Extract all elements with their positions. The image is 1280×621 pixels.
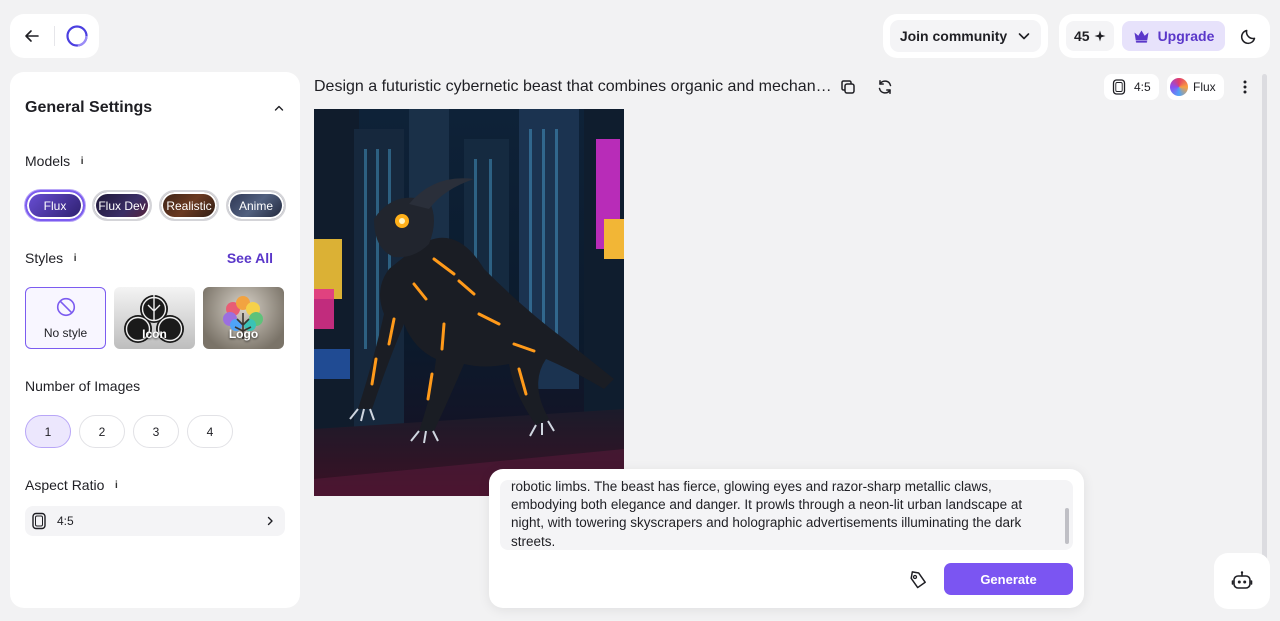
models-list: Flux Flux Dev Realistic Anime (25, 190, 286, 221)
settings-header[interactable]: General Settings (25, 72, 285, 144)
portrait-frame-icon (32, 512, 46, 530)
ratio-chip: 4:5 (1104, 74, 1159, 100)
num-images-option[interactable]: 3 (133, 415, 179, 448)
credits-badge[interactable]: 45 (1066, 21, 1114, 51)
crown-icon (1134, 30, 1149, 43)
style-label: Logo (228, 327, 259, 341)
prompt-text: robotic limbs. The beast has fierce, glo… (511, 480, 1023, 549)
aspect-label: Aspect Ratio (25, 477, 105, 493)
community-card: Join community (883, 14, 1048, 58)
aspect-section-label: Aspect Ratio i (25, 477, 122, 493)
app-logo[interactable] (55, 14, 99, 58)
num-images-option[interactable]: 4 (187, 415, 233, 448)
prompt-panel: robotic limbs. The beast has fierce, glo… (489, 469, 1084, 608)
more-options-button[interactable] (1234, 76, 1256, 98)
theme-toggle[interactable] (1233, 21, 1263, 51)
model-anime[interactable]: Anime (226, 190, 286, 221)
cyber-beast-image (314, 109, 624, 496)
models-label: Models (25, 153, 71, 169)
style-logo[interactable]: Logo (203, 287, 284, 349)
prompt-scrollbar[interactable] (1065, 508, 1069, 544)
styles-label: Styles (25, 250, 64, 266)
nav-card (10, 14, 99, 58)
model-flux[interactable]: Flux (25, 190, 85, 221)
robot-icon (1231, 571, 1253, 589)
chevron-down-icon (1018, 33, 1030, 40)
aspect-ratio-select[interactable]: 4:5 (25, 506, 285, 536)
num-images-option[interactable]: 2 (79, 415, 125, 448)
styles-list: No style Icon Logo (25, 287, 284, 349)
num-images-option[interactable]: 1 (25, 415, 71, 448)
regenerate-button[interactable] (874, 76, 896, 98)
credits-count: 45 (1074, 28, 1090, 44)
generate-button[interactable]: Generate (944, 563, 1073, 595)
page-scrollbar[interactable] (1262, 74, 1267, 564)
generated-image[interactable] (314, 109, 624, 496)
tag-button[interactable] (906, 568, 930, 592)
style-icon[interactable]: Icon (114, 287, 195, 349)
info-icon[interactable]: i (69, 253, 81, 264)
style-label: Icon (142, 327, 167, 341)
model-chip: Flux (1167, 74, 1224, 100)
join-community-label: Join community (899, 28, 1008, 44)
style-label: No style (43, 325, 88, 340)
tag-icon (910, 571, 926, 589)
models-section-label: Models i (25, 153, 88, 169)
model-chip-label: Flux (1193, 80, 1216, 94)
ring-logo-icon (66, 25, 88, 47)
model-realistic[interactable]: Realistic (159, 190, 219, 221)
flux-avatar (1170, 78, 1188, 96)
sparkle-icon (1094, 30, 1106, 42)
ratio-chip-label: 4:5 (1134, 80, 1151, 94)
back-button[interactable] (10, 14, 54, 58)
portrait-frame-icon (1112, 79, 1126, 95)
see-all-styles-link[interactable]: See All (227, 250, 273, 266)
model-flux-dev[interactable]: Flux Dev (92, 190, 152, 221)
more-vertical-icon (1243, 80, 1247, 94)
style-no-style[interactable]: No style (25, 287, 106, 349)
refresh-icon (878, 80, 892, 94)
num-images-list: 1 2 3 4 (25, 415, 233, 448)
chevron-right-icon (267, 516, 273, 526)
num-images-section-label: Number of Images (25, 378, 140, 394)
arrow-left-icon (25, 30, 39, 42)
upgrade-button[interactable]: Upgrade (1121, 21, 1226, 51)
model-label: Flux Dev (98, 198, 146, 213)
prompt-textarea[interactable]: robotic limbs. The beast has fierce, glo… (500, 480, 1073, 550)
aspect-ratio-value: 4:5 (57, 514, 74, 528)
join-community-dropdown[interactable]: Join community (890, 20, 1041, 52)
info-icon[interactable]: i (110, 480, 122, 491)
assistant-bot-button[interactable] (1214, 553, 1270, 609)
moon-icon (1240, 29, 1255, 44)
model-label: Anime (238, 198, 273, 213)
model-label: Realistic (166, 198, 212, 213)
copy-prompt-button[interactable] (837, 76, 859, 98)
info-icon[interactable]: i (76, 156, 88, 167)
chevron-up-icon[interactable] (273, 102, 285, 114)
generation-prompt-title: Design a futuristic cybernetic beast tha… (314, 78, 834, 95)
account-card: 45 Upgrade (1059, 14, 1270, 58)
copy-icon (841, 80, 855, 94)
styles-section-label: Styles i (25, 250, 81, 266)
num-images-label: Number of Images (25, 378, 141, 394)
settings-sidebar: General Settings Models i Flux Flux Dev … (10, 72, 300, 608)
model-label: Flux (43, 198, 67, 213)
settings-title: General Settings (25, 99, 153, 116)
ban-icon (56, 297, 75, 316)
upgrade-label: Upgrade (1157, 28, 1215, 44)
